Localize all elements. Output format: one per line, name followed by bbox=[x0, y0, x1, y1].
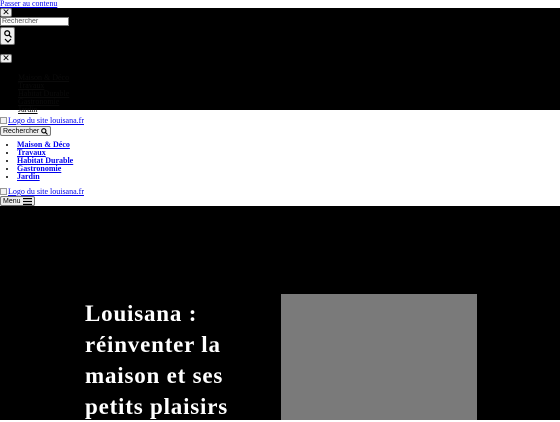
hero-section: Louisana : réinventer la maison et ses p… bbox=[0, 206, 560, 420]
nav-link-jardin[interactable]: Jardin bbox=[17, 172, 40, 181]
close-search-button[interactable]: ✕ bbox=[0, 8, 12, 17]
main-nav: Maison & Déco Travaux Habitat Durable Ga… bbox=[0, 141, 73, 181]
overlay-menu: Maison & Déco Travaux Habitat Durable Ga… bbox=[18, 74, 69, 114]
chevron-down-icon bbox=[4, 38, 11, 43]
search-icon bbox=[3, 29, 12, 38]
hero-image bbox=[281, 294, 477, 420]
overlay-menu-item: Jardin bbox=[18, 106, 69, 114]
menu-toggle-button[interactable]: Menu bbox=[0, 196, 35, 206]
search-toggle-button[interactable]: Rechercher bbox=[0, 126, 52, 136]
nav-item: Jardin bbox=[17, 173, 73, 181]
logo-alt-text: Logo du site louisana.fr bbox=[8, 116, 84, 125]
logo-alt-text: Logo du site louisana.fr bbox=[8, 187, 84, 196]
site-logo-link-mobile[interactable]: Logo du site louisana.fr bbox=[0, 187, 84, 196]
search-icon bbox=[41, 127, 49, 135]
hamburger-icon bbox=[22, 197, 32, 205]
menu-toggle-label: Menu bbox=[3, 197, 21, 205]
search-input[interactable] bbox=[0, 17, 69, 26]
close-menu-button[interactable]: ✕ bbox=[0, 54, 12, 63]
search-overlay: ✕ ✕ Maison & Déco Travaux Habitat Durabl… bbox=[0, 8, 560, 114]
search-submit-button[interactable] bbox=[0, 27, 15, 45]
hero-title: Louisana : réinventer la maison et ses p… bbox=[85, 301, 228, 419]
site-logo-link[interactable]: Logo du site louisana.fr bbox=[0, 116, 84, 125]
search-toggle-label: Rechercher bbox=[3, 127, 40, 135]
broken-image-icon bbox=[0, 117, 7, 124]
broken-image-icon bbox=[0, 188, 7, 195]
overlay-menu-link-jardin[interactable]: Jardin bbox=[18, 105, 38, 114]
